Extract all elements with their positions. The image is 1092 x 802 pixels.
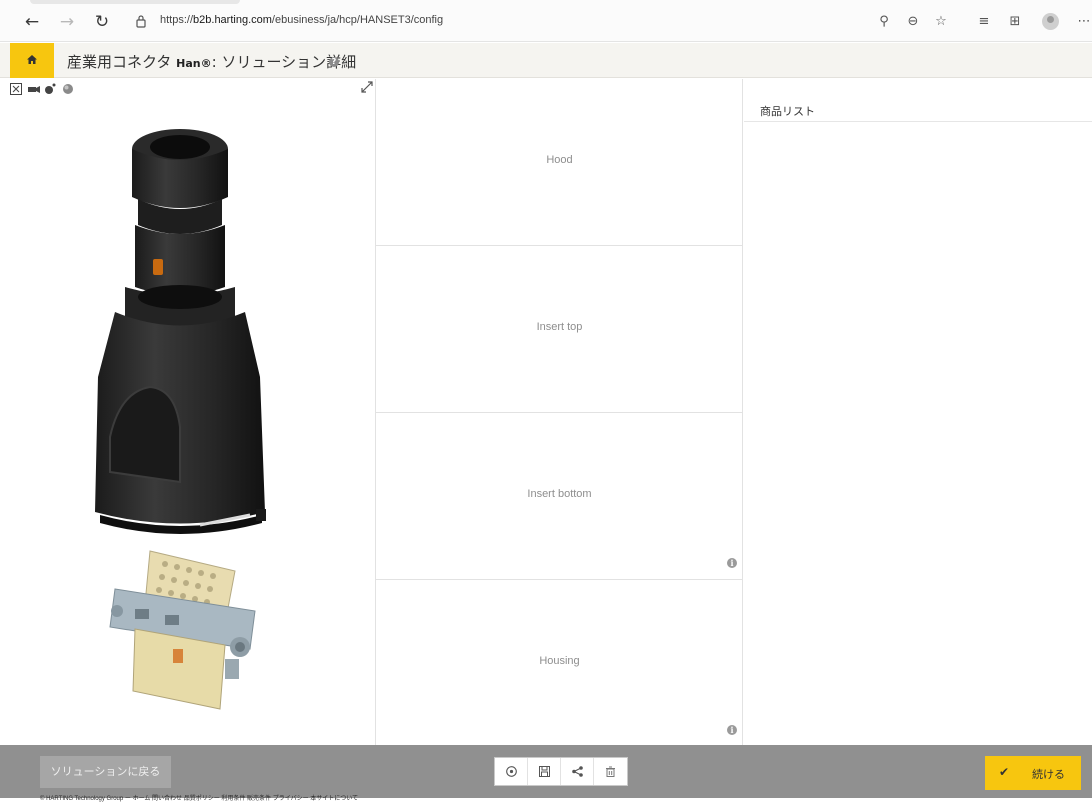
help-icon[interactable]: ? <box>329 57 339 67</box>
slot-label: Insert bottom <box>527 488 592 500</box>
share-icon <box>572 766 583 777</box>
check-icon: ✔ <box>999 765 1010 779</box>
info-icon[interactable]: i <box>727 558 737 568</box>
delete-icon <box>606 766 615 777</box>
fit-view-icon[interactable] <box>10 83 22 95</box>
insert-model-render <box>109 550 256 710</box>
title-product: Han® <box>176 57 212 70</box>
footer-bar: ソリューションに戻る ✔ 続ける © HARTING Technology Gr… <box>0 745 1092 802</box>
back-to-solutions-button[interactable]: ソリューションに戻る <box>40 756 171 788</box>
more-icon[interactable]: ⋯ <box>1076 14 1092 30</box>
help-circle-icon <box>506 766 517 777</box>
slot-housing[interactable]: Housing i <box>376 580 743 745</box>
lock-icon <box>136 15 146 28</box>
exploded-view-icon[interactable] <box>44 83 56 95</box>
slot-hood[interactable]: Hood <box>376 79 743 246</box>
app-header: 産業用コネクタ Han®: ソリューション詳細 ? <box>0 43 1092 78</box>
page-title: 産業用コネクタ Han®: ソリューション詳細 <box>67 51 356 72</box>
back-arrow-icon[interactable]: ← <box>22 12 42 32</box>
key-icon[interactable]: ⚲ <box>876 14 892 30</box>
zoom-out-icon[interactable]: ⊖ <box>905 14 921 30</box>
save-button[interactable] <box>528 758 561 785</box>
profile-avatar-icon[interactable] <box>1042 13 1059 30</box>
url-text: https://b2b.harting.com/ebusiness/ja/hcp… <box>160 14 443 26</box>
browser-tab-edge <box>30 0 240 4</box>
footer-toolbar <box>494 757 628 786</box>
product-list-title: 商品リスト <box>760 105 815 118</box>
collections-icon[interactable]: ⊞ <box>1007 14 1023 30</box>
continue-label: 続ける <box>1032 768 1065 781</box>
slot-label: Insert top <box>536 321 583 333</box>
slot-insert-bottom[interactable]: Insert bottom i <box>376 413 743 580</box>
info-icon[interactable]: i <box>727 725 737 735</box>
hood-model-render <box>95 129 266 534</box>
browser-toolbar: ← → ↻ https://b2b.harting.com/ebusiness/… <box>0 0 1092 42</box>
camera-icon[interactable] <box>28 83 40 95</box>
continue-button[interactable]: ✔ 続ける <box>985 756 1081 790</box>
slot-label: Hood <box>546 154 573 166</box>
help-circle-button[interactable] <box>495 758 528 785</box>
home-icon <box>27 55 37 64</box>
expand-diagonal-icon[interactable] <box>361 81 373 93</box>
slot-label: Housing <box>539 655 580 667</box>
home-button[interactable] <box>10 43 54 78</box>
divider <box>744 121 1092 122</box>
url-path: /ebusiness/ja/hcp/HANSET3/config <box>271 14 444 26</box>
favorites-list-icon[interactable]: ≡ <box>976 14 992 30</box>
favorite-star-icon[interactable]: ☆ <box>933 14 949 30</box>
forward-arrow-icon[interactable]: → <box>57 12 77 32</box>
url-host: b2b.harting.com <box>193 14 272 26</box>
share-button[interactable] <box>561 758 594 785</box>
url-scheme: https:// <box>160 14 194 26</box>
slot-insert-top[interactable]: Insert top <box>376 246 743 413</box>
configuration-slots: Hood Insert top Insert bottom i Housing … <box>376 79 743 745</box>
refresh-icon[interactable]: ↻ <box>92 12 112 32</box>
product-list-panel: 商品リスト <box>744 79 1092 745</box>
3d-viewer[interactable] <box>0 79 376 745</box>
title-prefix: 産業用コネクタ <box>67 53 177 71</box>
delete-button[interactable] <box>594 758 627 785</box>
material-sphere-icon[interactable] <box>62 83 74 95</box>
save-icon <box>539 766 550 777</box>
